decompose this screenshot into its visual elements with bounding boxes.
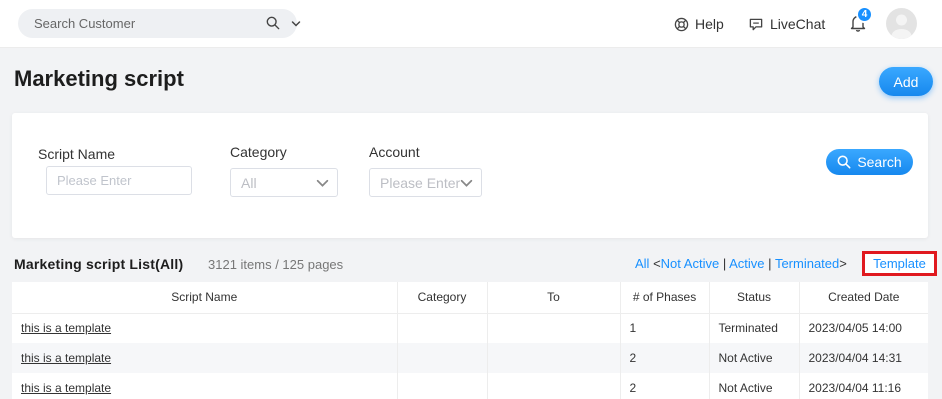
table-cell-category bbox=[397, 343, 488, 373]
column-header-phases[interactable]: # of Phases bbox=[620, 282, 710, 314]
table-cell-phases: 1 bbox=[620, 313, 710, 343]
table-cell-created: 2023/04/04 14:31 bbox=[799, 343, 928, 373]
help-label: Help bbox=[695, 16, 724, 32]
filter-open-bracket: < bbox=[653, 256, 661, 271]
column-header-to[interactable]: To bbox=[487, 282, 621, 314]
list-title: Marketing script List(All) bbox=[14, 256, 184, 272]
page-title: Marketing script bbox=[14, 66, 184, 91]
table-cell-created: 2023/04/04 11:16 bbox=[808, 381, 902, 395]
search-icon bbox=[837, 155, 851, 169]
table-cell-category bbox=[397, 373, 488, 399]
account-placeholder: Please Enter bbox=[380, 174, 461, 191]
category-selected-value: All bbox=[241, 174, 257, 191]
table-cell-phases: 2 bbox=[620, 373, 710, 399]
script-name-link[interactable]: this is a template bbox=[12, 373, 398, 399]
table-cell-status: Not Active bbox=[709, 373, 800, 399]
filter-template[interactable]: Template bbox=[862, 251, 937, 276]
table-cell-created: 2023/04/05 14:00 bbox=[808, 321, 902, 336]
list-count: 3121 items / 125 pages bbox=[208, 257, 344, 272]
help-link[interactable]: Help bbox=[674, 0, 724, 48]
lifebuoy-icon bbox=[674, 17, 689, 31]
filter-not-active[interactable]: Not Active bbox=[661, 256, 720, 271]
chat-icon bbox=[749, 18, 763, 30]
filter-all[interactable]: All bbox=[635, 256, 649, 271]
account-label: Account bbox=[369, 144, 420, 160]
top-bar: Help LiveChat 4 bbox=[0, 0, 942, 48]
table-cell-status: Terminated bbox=[709, 313, 800, 343]
category-select[interactable]: All bbox=[230, 168, 338, 197]
script-name-input[interactable] bbox=[46, 166, 192, 195]
chevron-down-icon[interactable] bbox=[290, 18, 302, 30]
customer-search-input[interactable] bbox=[34, 9, 244, 38]
table-header-row: Script Name Category To # of Phases Stat… bbox=[12, 282, 928, 314]
filter-panel: Script Name Category All Account Please … bbox=[12, 113, 928, 238]
filter-terminated[interactable]: Terminated bbox=[775, 256, 839, 271]
table-cell-status: Not Active bbox=[709, 343, 800, 373]
add-button[interactable]: Add bbox=[879, 67, 933, 96]
table-cell-phases: 2 bbox=[620, 343, 710, 373]
search-icon[interactable] bbox=[266, 16, 280, 30]
column-header-script-name[interactable]: Script Name bbox=[12, 282, 398, 314]
script-name-label: Script Name bbox=[38, 146, 116, 162]
table-row: this is a template 2 Not Active 2023/04/… bbox=[12, 373, 928, 399]
script-name-link[interactable]: this is a template bbox=[12, 343, 398, 373]
chevron-down-icon bbox=[460, 179, 473, 187]
account-select[interactable]: Please Enter bbox=[369, 168, 482, 197]
script-table: Script Name Category To # of Phases Stat… bbox=[12, 282, 928, 399]
filter-close-bracket: > bbox=[839, 256, 847, 271]
table-cell-to bbox=[487, 373, 621, 399]
avatar[interactable] bbox=[886, 8, 917, 39]
user-avatar-icon bbox=[891, 14, 912, 39]
filter-active[interactable]: Active bbox=[729, 256, 764, 271]
column-header-category[interactable]: Category bbox=[397, 282, 488, 314]
notification-badge: 4 bbox=[856, 6, 873, 23]
customer-search bbox=[18, 9, 301, 38]
chevron-down-icon bbox=[316, 179, 329, 187]
livechat-label: LiveChat bbox=[770, 16, 826, 32]
table-cell-to bbox=[487, 343, 621, 373]
table-cell-to bbox=[487, 313, 621, 343]
column-header-created-date[interactable]: Created Date bbox=[799, 282, 928, 314]
search-button-label: Search bbox=[857, 154, 902, 170]
column-header-status[interactable]: Status bbox=[709, 282, 800, 314]
search-button[interactable]: Search bbox=[826, 149, 913, 175]
livechat-link[interactable]: LiveChat bbox=[748, 0, 825, 48]
filter-separator: | bbox=[722, 256, 727, 271]
table-cell-category bbox=[397, 313, 488, 343]
table-row: this is a template 1 Terminated 2023/04/… bbox=[12, 313, 928, 343]
category-label: Category bbox=[230, 144, 287, 160]
filter-separator: | bbox=[768, 256, 772, 271]
table-row: this is a template 2 Not Active 2023/04/… bbox=[12, 343, 928, 373]
script-name-link[interactable]: this is a template bbox=[12, 313, 398, 343]
status-filter-bar: All <Not Active | Active | Terminated> bbox=[635, 256, 847, 271]
